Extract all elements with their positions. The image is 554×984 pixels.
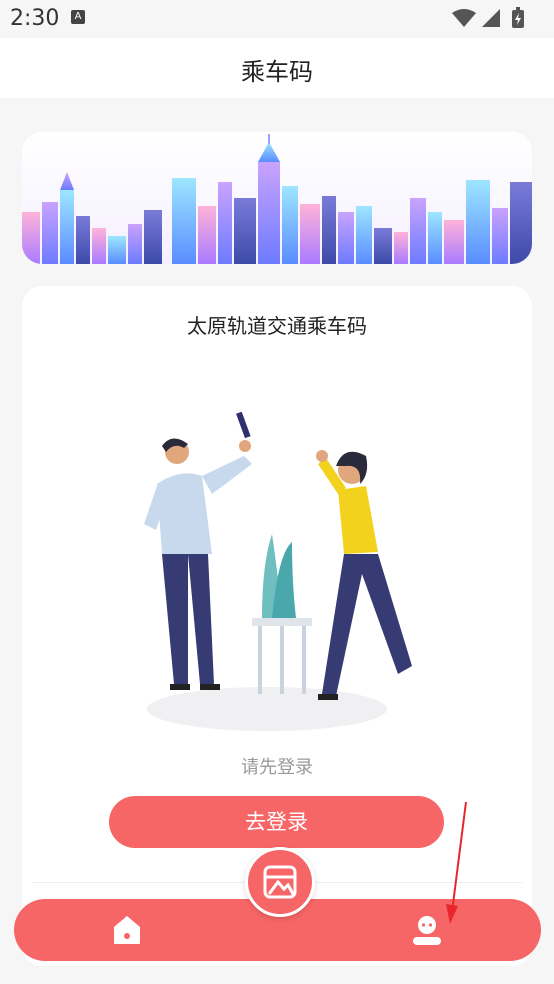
go-login-button[interactable]: 去登录 xyxy=(109,796,444,848)
woman-figure xyxy=(316,450,412,700)
battery-charging-icon xyxy=(512,7,524,28)
profile-icon[interactable] xyxy=(410,913,444,947)
status-time: 2:30 xyxy=(10,6,60,31)
home-icon[interactable] xyxy=(110,913,144,947)
skyline-banner xyxy=(22,132,532,264)
page-title: 乘车码 xyxy=(241,58,313,86)
card-title: 太原轨道交通乘车码 xyxy=(187,314,367,338)
signal-icon xyxy=(482,9,500,27)
plant xyxy=(252,534,312,694)
people-illustration xyxy=(144,411,412,731)
ride-code-tab-button[interactable] xyxy=(245,847,315,917)
login-hint: 请先登录 xyxy=(241,757,313,778)
notification-a-icon: A xyxy=(71,10,85,24)
man-figure xyxy=(144,411,252,690)
skyline-illustration xyxy=(22,132,532,264)
title-bar: 乘车码 xyxy=(0,38,554,98)
wifi-icon xyxy=(452,9,476,27)
status-icons-svg xyxy=(452,7,524,28)
ride-code-icon xyxy=(263,865,297,899)
status-icons xyxy=(450,7,540,29)
status-bar: 2:30 A xyxy=(0,0,554,38)
